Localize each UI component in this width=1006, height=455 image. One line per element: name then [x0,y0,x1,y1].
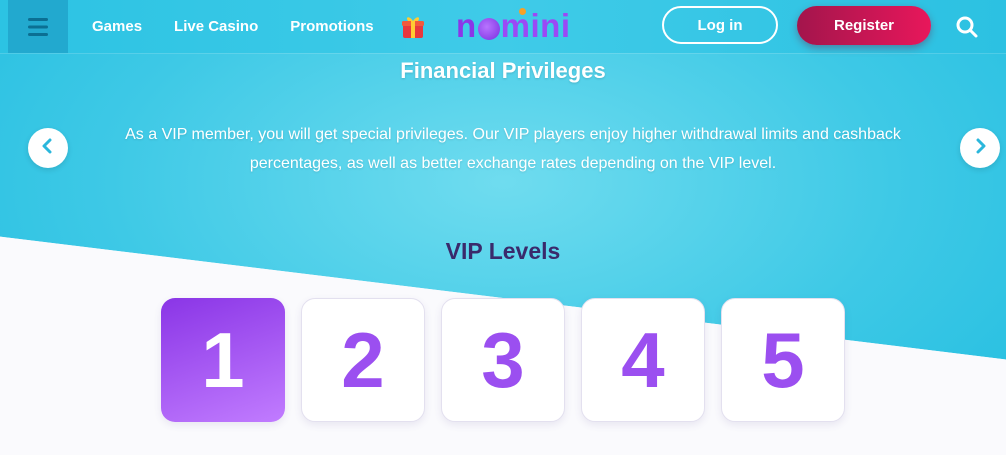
nav-promotions[interactable]: Promotions [290,18,373,35]
nav-live-casino[interactable]: Live Casino [174,18,258,35]
login-button[interactable]: Log in [662,6,778,44]
chevron-left-icon [40,138,56,159]
menu-button[interactable] [8,0,68,53]
gift-icon[interactable] [400,14,426,45]
logo-o-icon [477,18,500,40]
section-title: Financial Privileges [400,58,606,83]
register-button[interactable]: Register [797,6,931,45]
vip-levels-title: VIP Levels [445,238,561,264]
main-nav: Games Live Casino Promotions [92,0,406,53]
vip-level-2[interactable]: 2 [301,298,425,422]
vip-level-3[interactable]: 3 [441,298,565,422]
chevron-right-icon [972,138,988,159]
nav-games[interactable]: Games [92,18,142,35]
header: Games Live Casino Promotions n mini Log … [0,0,1006,53]
vip-level-list: 1 2 3 4 5 [161,298,861,422]
vip-level-4[interactable]: 4 [581,298,705,422]
vip-level-1[interactable]: 1 [161,298,285,422]
vip-level-5[interactable]: 5 [721,298,845,422]
prev-button[interactable] [28,128,68,168]
logo[interactable]: n mini [456,6,571,46]
search-icon[interactable] [954,14,980,40]
logo-dot [519,8,526,15]
menu-icon [28,17,48,36]
section-text: As a VIP member, you will get special pr… [125,126,901,172]
next-button[interactable] [960,128,1000,168]
